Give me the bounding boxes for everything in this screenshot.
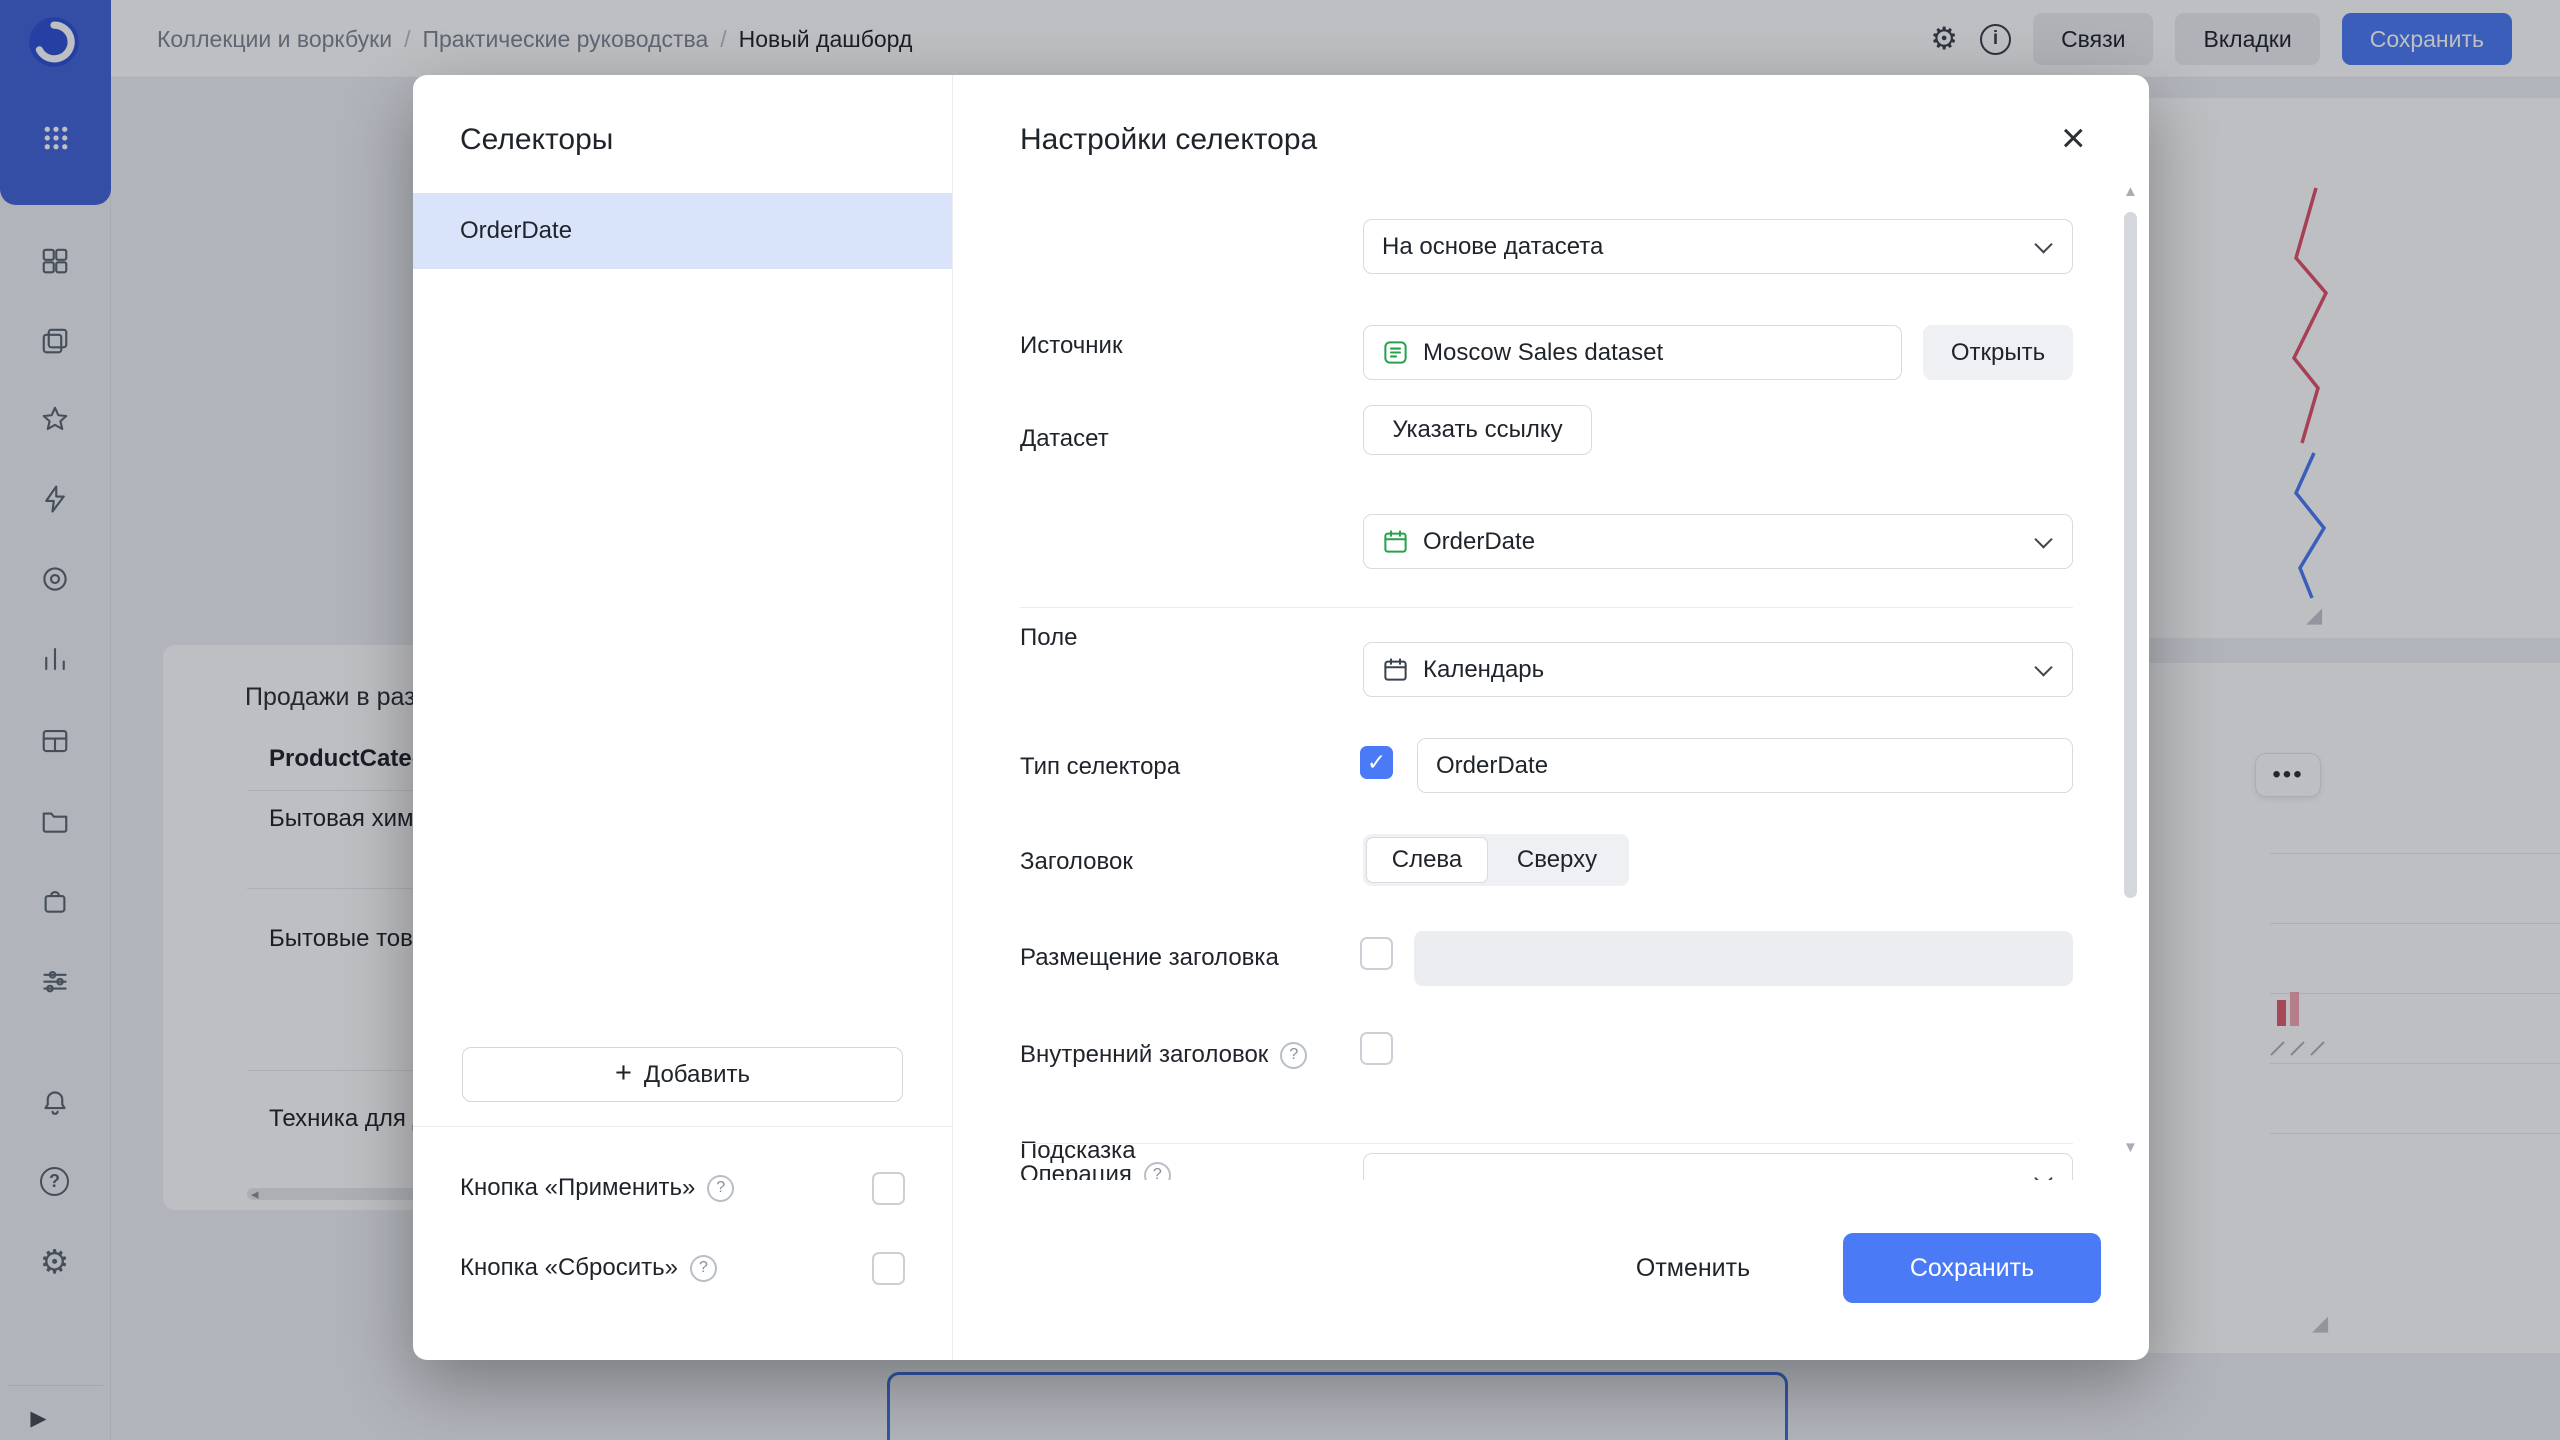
screen: Коллекции и воркбуки / Практические руко…: [0, 0, 2560, 1440]
form-divider: [1020, 607, 2073, 608]
scroll-down-icon[interactable]: ▼: [2123, 1139, 2138, 1156]
settings-form: Источник На основе датасета Датасет Mosc…: [953, 175, 2149, 1180]
source-label: Источник: [1020, 332, 1122, 360]
title-input[interactable]: OrderDate: [1417, 738, 2073, 793]
reset-button-row: Кнопка «Сбросить» ?: [460, 1250, 905, 1286]
dataset-icon: [1382, 339, 1409, 366]
field-label: Поле: [1020, 624, 1077, 652]
field-select[interactable]: OrderDate: [1363, 514, 2073, 569]
dataset-label: Датасет: [1020, 425, 1109, 453]
chevron-down-icon: [2034, 1169, 2052, 1180]
operation-label: Операция ?: [1020, 1161, 1171, 1180]
dataset-value: Moscow Sales dataset: [1423, 339, 1663, 367]
vertical-scrollbar-thumb[interactable]: [2124, 212, 2137, 898]
selector-item-label: OrderDate: [460, 217, 572, 245]
left-panel-divider: [413, 1126, 952, 1127]
calendar-icon: [1382, 656, 1409, 683]
save-selector-button[interactable]: Сохранить: [1843, 1233, 2101, 1303]
plus-icon: +: [615, 1059, 632, 1088]
close-icon[interactable]: ×: [2061, 117, 2086, 159]
placement-label: Размещение заголовка: [1020, 944, 1279, 972]
inner-title-label: Внутренний заголовок ?: [1020, 1041, 1307, 1069]
inner-title-help-icon[interactable]: ?: [1280, 1042, 1307, 1069]
apply-help-icon[interactable]: ?: [707, 1175, 734, 1202]
reset-button-checkbox[interactable]: [872, 1252, 905, 1285]
field-value: OrderDate: [1423, 528, 1535, 556]
selector-settings-modal: Селекторы OrderDate + Добавить Кнопка «П…: [413, 75, 2149, 1360]
date-field-calendar-icon: [1382, 528, 1409, 555]
operation-help-icon[interactable]: ?: [1144, 1162, 1171, 1181]
add-selector-button[interactable]: + Добавить: [462, 1047, 903, 1102]
title-checkbox[interactable]: ✓: [1360, 746, 1393, 779]
selector-type-label: Тип селектора: [1020, 753, 1180, 781]
placement-option-left[interactable]: Слева: [1366, 837, 1488, 883]
scroll-up-icon[interactable]: ▲: [2123, 183, 2138, 200]
apply-button-checkbox[interactable]: [872, 1172, 905, 1205]
inner-title-checkbox[interactable]: [1360, 937, 1393, 970]
add-selector-label: Добавить: [644, 1061, 750, 1089]
chevron-down-icon: [2034, 235, 2052, 253]
chevron-down-icon: [2034, 658, 2052, 676]
apply-button-row: Кнопка «Применить» ?: [460, 1170, 905, 1206]
chevron-down-icon: [2034, 530, 2052, 548]
reset-help-icon[interactable]: ?: [690, 1255, 717, 1282]
hint-checkbox[interactable]: [1360, 1032, 1393, 1065]
reset-button-label: Кнопка «Сбросить»: [460, 1254, 678, 1282]
selectors-panel-title: Селекторы: [460, 123, 613, 157]
cancel-button[interactable]: Отменить: [1613, 1233, 1773, 1303]
open-dataset-button[interactable]: Открыть: [1923, 325, 2073, 380]
dataset-input[interactable]: Moscow Sales dataset: [1363, 325, 1902, 380]
selector-list-item-orderdate[interactable]: OrderDate: [413, 193, 952, 269]
apply-button-label: Кнопка «Применить»: [460, 1174, 695, 1202]
source-value: На основе датасета: [1382, 233, 1603, 261]
source-select[interactable]: На основе датасета: [1363, 219, 2073, 274]
title-label: Заголовок: [1020, 848, 1133, 876]
selector-type-select[interactable]: Календарь: [1363, 642, 2073, 697]
inner-title-input: [1414, 931, 2073, 986]
specify-link-button[interactable]: Указать ссылку: [1363, 405, 1592, 455]
placement-segmented-control: Слева Сверху: [1363, 834, 1629, 886]
placement-option-top[interactable]: Сверху: [1488, 837, 1626, 883]
title-value: OrderDate: [1436, 752, 1548, 780]
form-divider: [1020, 1143, 2073, 1144]
settings-panel-title: Настройки селектора: [1020, 123, 1317, 157]
check-icon: ✓: [1367, 749, 1386, 776]
selector-type-value: Календарь: [1423, 656, 1544, 684]
operation-select[interactable]: [1363, 1153, 2073, 1180]
